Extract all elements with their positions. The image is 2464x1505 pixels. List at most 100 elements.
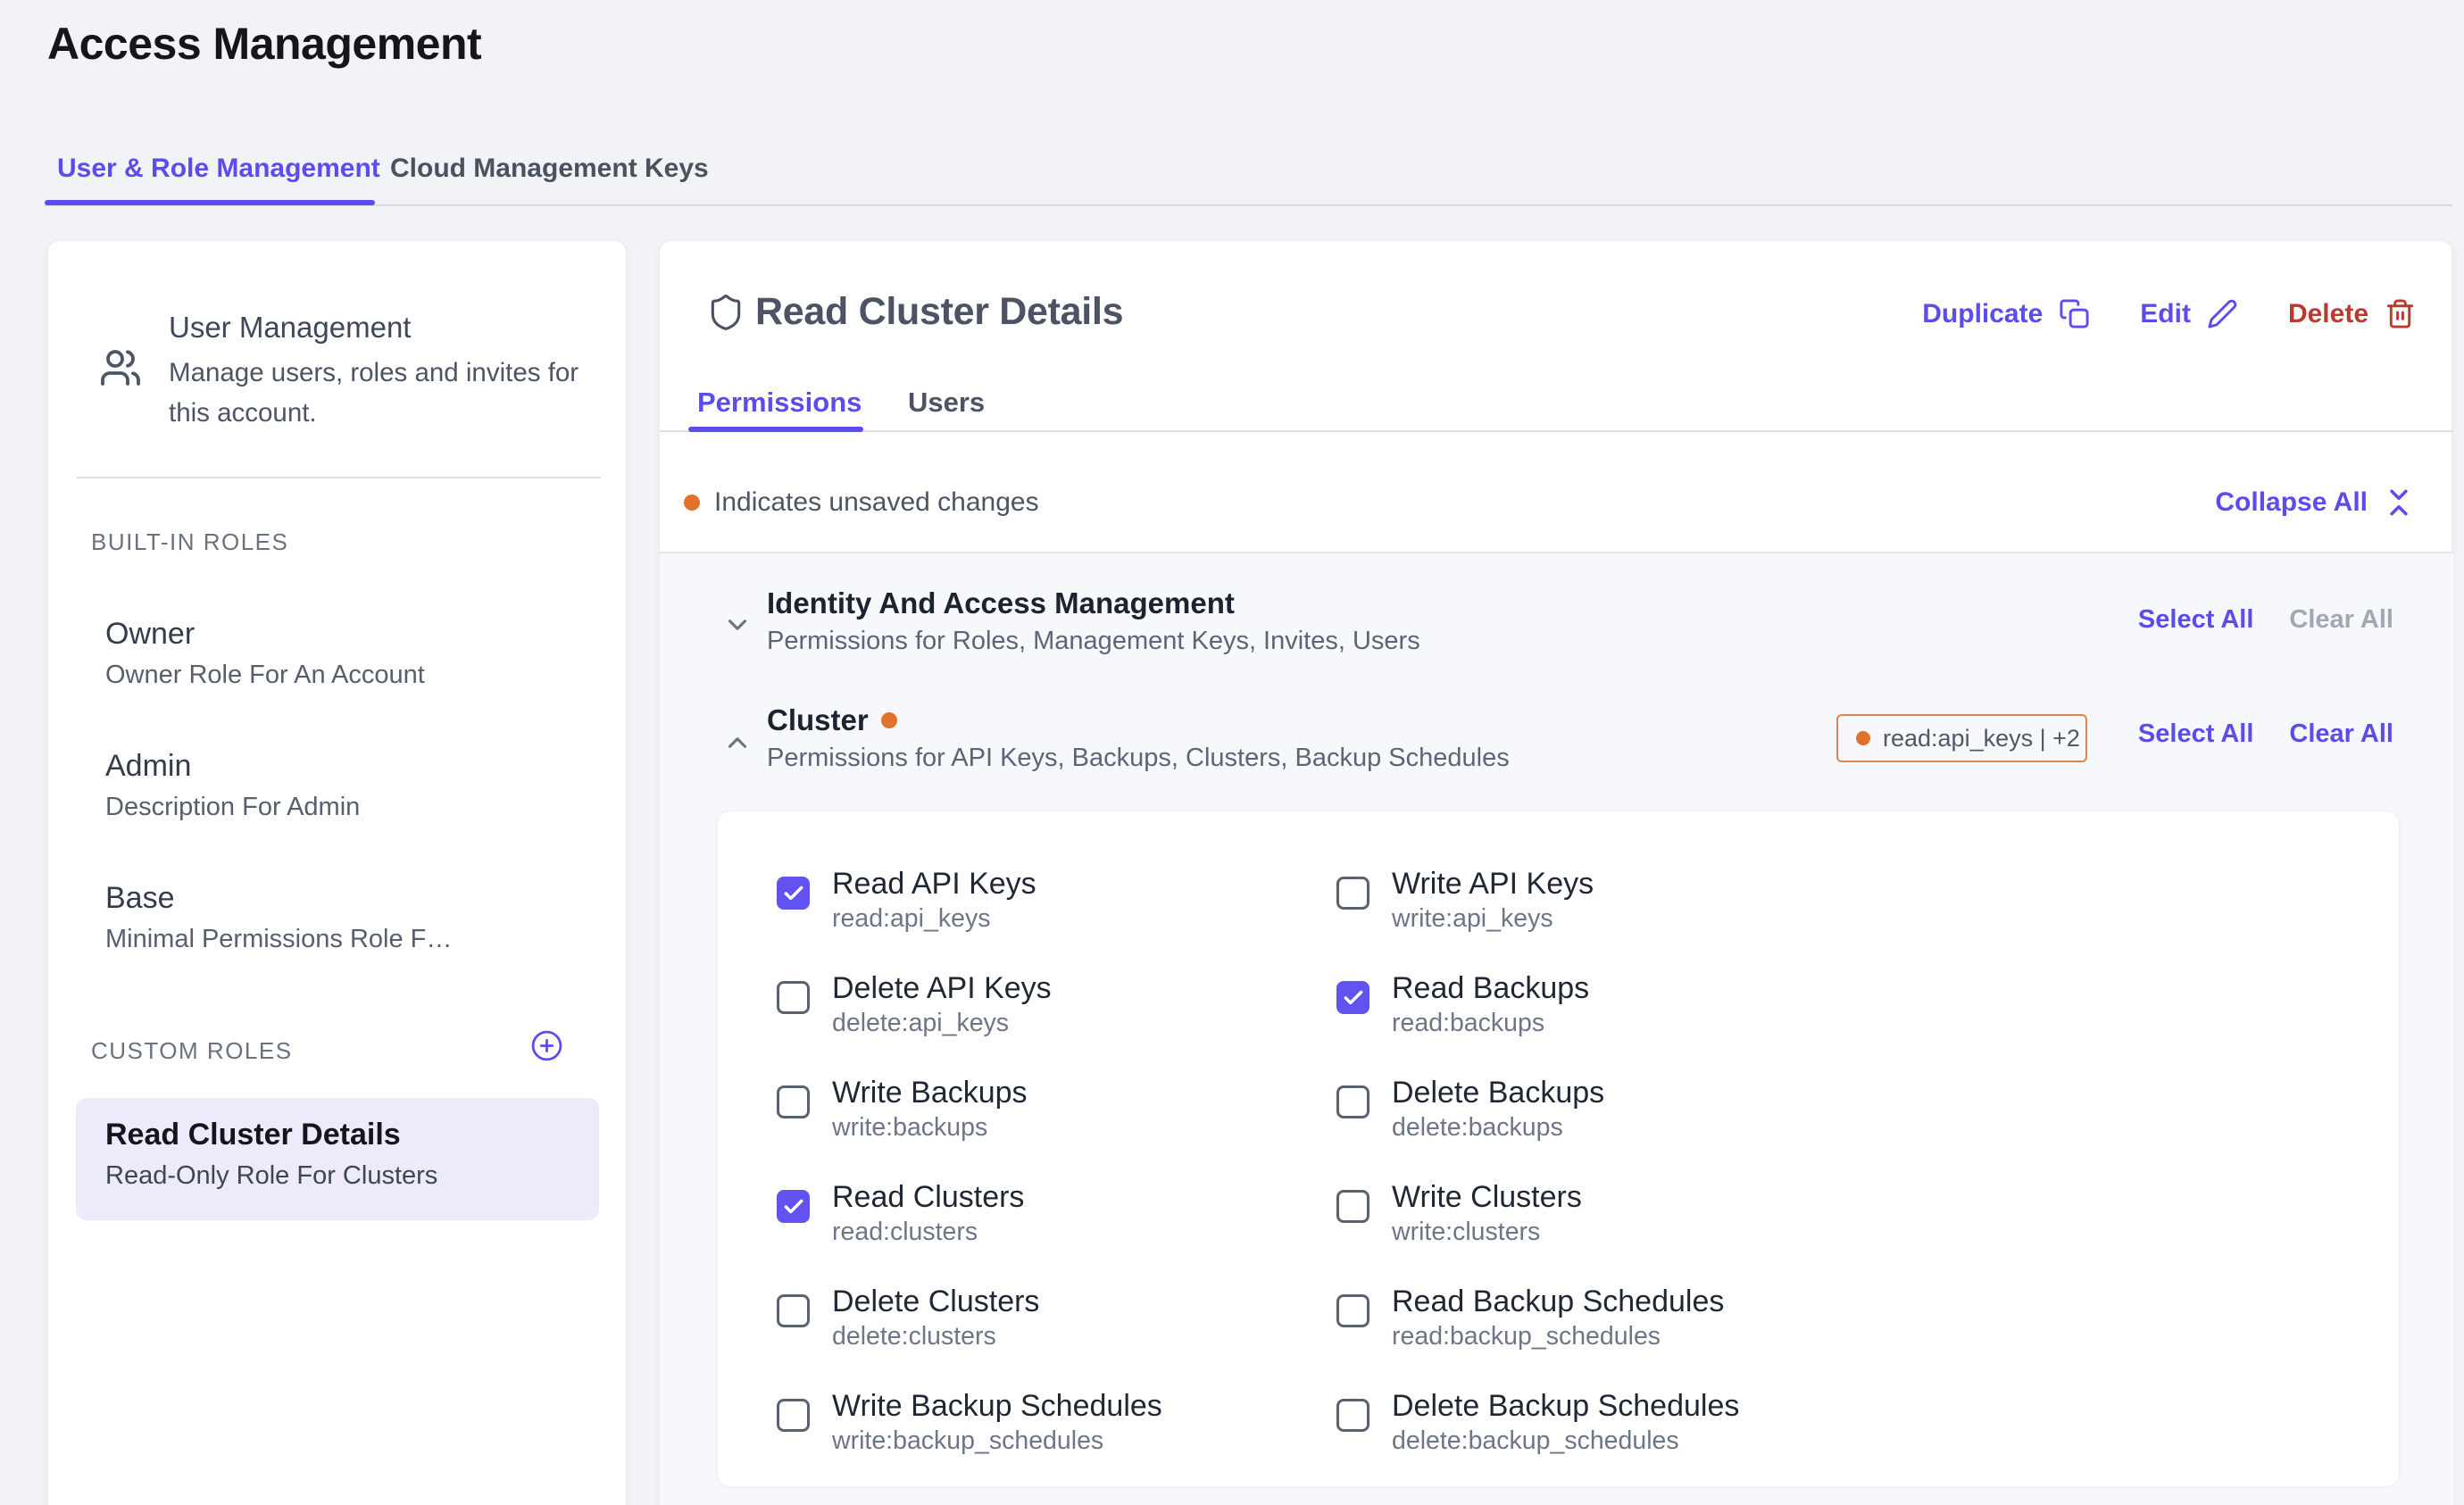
role-description: Owner Role For An Account xyxy=(105,660,425,690)
duplicate-label: Duplicate xyxy=(1922,299,2043,329)
add-custom-role-button[interactable] xyxy=(530,1029,563,1062)
edit-label: Edit xyxy=(2140,299,2191,329)
permission-code: write:backups xyxy=(832,1113,1028,1143)
sidebar-item-admin[interactable]: Admin Description For Admin xyxy=(105,748,360,822)
sidebar-item-base[interactable]: Base Minimal Permissions Role F… xyxy=(105,880,452,954)
unsaved-permissions-badge: read:api_keys | +2 xyxy=(1836,714,2087,762)
section-subtitle: Permissions for Roles, Management Keys, … xyxy=(767,626,1420,656)
duplicate-button[interactable]: Duplicate xyxy=(1922,298,2090,329)
permission-write-api-keys[interactable]: Write API Keyswrite:api_keys xyxy=(1336,853,2348,958)
section-iam-links: Select All Clear All xyxy=(2138,605,2393,635)
checkbox-checked[interactable] xyxy=(777,877,810,910)
custom-roles-label: CUSTOM ROLES xyxy=(91,1037,293,1065)
role-detail-panel: Read Cluster Details Duplicate Edit xyxy=(659,240,2452,1505)
permission-label: Delete API Keys xyxy=(832,970,1052,1006)
permission-write-backup-schedules[interactable]: Write Backup Scheduleswrite:backup_sched… xyxy=(777,1376,1336,1480)
chevron-down-icon[interactable] xyxy=(722,610,753,640)
trash-icon xyxy=(2385,298,2416,329)
sidebar-item-owner[interactable]: Owner Owner Role For An Account xyxy=(105,616,425,690)
checkbox-unchecked[interactable] xyxy=(1336,1190,1369,1223)
role-description: Minimal Permissions Role F… xyxy=(105,924,452,954)
tab-users[interactable]: Users xyxy=(908,387,985,419)
permission-label: Write Backup Schedules xyxy=(832,1388,1162,1424)
role-description: Read-Only Role For Clusters xyxy=(105,1161,437,1191)
permission-code: read:backups xyxy=(1392,1009,1589,1038)
permission-read-api-keys[interactable]: Read API Keysread:api_keys xyxy=(777,853,1336,958)
checkbox-unchecked[interactable] xyxy=(1336,1294,1369,1327)
permissions-grid: Read API Keysread:api_keys Write API Key… xyxy=(777,853,2348,1480)
permission-code: delete:backups xyxy=(1392,1113,1604,1143)
permission-code: delete:clusters xyxy=(832,1322,1039,1351)
checkbox-unchecked[interactable] xyxy=(1336,1085,1369,1118)
checkbox-unchecked[interactable] xyxy=(1336,877,1369,910)
delete-button[interactable]: Delete xyxy=(2288,298,2416,329)
role-name: Base xyxy=(105,880,452,916)
edit-button[interactable]: Edit xyxy=(2140,298,2238,329)
collapse-all-button[interactable]: Collapse All xyxy=(2215,486,2416,520)
tab-cloud-management-keys[interactable]: Cloud Management Keys xyxy=(390,152,709,186)
tab-permissions[interactable]: Permissions xyxy=(697,387,862,419)
unsaved-dot-icon xyxy=(881,712,897,728)
permission-code: read:clusters xyxy=(832,1218,1024,1247)
section-iam-header[interactable]: Identity And Access Management Permissio… xyxy=(767,586,1420,656)
section-subtitle: Permissions for API Keys, Backups, Clust… xyxy=(767,743,1510,773)
copy-icon xyxy=(2059,298,2090,329)
permission-write-backups[interactable]: Write Backupswrite:backups xyxy=(777,1062,1336,1167)
checkbox-checked[interactable] xyxy=(777,1190,810,1223)
permission-read-backups[interactable]: Read Backupsread:backups xyxy=(1336,958,2348,1062)
unsaved-badge-text: read:api_keys | +2 xyxy=(1883,725,2080,752)
permission-delete-backup-schedules[interactable]: Delete Backup Schedulesdelete:backup_sch… xyxy=(1336,1376,2348,1480)
permission-read-clusters[interactable]: Read Clustersread:clusters xyxy=(777,1167,1336,1271)
section-title: Identity And Access Management xyxy=(767,586,1235,621)
page-title: Access Management xyxy=(47,18,481,70)
permission-code: write:clusters xyxy=(1392,1218,1582,1247)
checkbox-unchecked[interactable] xyxy=(777,1085,810,1118)
permission-delete-clusters[interactable]: Delete Clustersdelete:clusters xyxy=(777,1271,1336,1376)
delete-label: Delete xyxy=(2288,299,2368,329)
permission-delete-backups[interactable]: Delete Backupsdelete:backups xyxy=(1336,1062,2348,1167)
unsaved-dot-icon xyxy=(1856,731,1870,745)
checkbox-unchecked[interactable] xyxy=(777,1294,810,1327)
permission-label: Write Clusters xyxy=(1392,1179,1582,1215)
pencil-icon xyxy=(2207,298,2238,329)
section-cluster-header[interactable]: Cluster Permissions for API Keys, Backup… xyxy=(767,703,1510,773)
checkbox-unchecked[interactable] xyxy=(1336,1399,1369,1432)
section-title: Cluster xyxy=(767,703,869,738)
role-name: Owner xyxy=(105,616,425,652)
cluster-permissions-card: Read API Keysread:api_keys Write API Key… xyxy=(717,811,2400,1487)
sidebar-item-read-cluster-details[interactable]: Read Cluster Details Read-Only Role For … xyxy=(76,1098,599,1220)
clear-all-link[interactable]: Clear All xyxy=(2289,719,2393,749)
chevron-up-icon[interactable] xyxy=(722,728,753,758)
select-all-link[interactable]: Select All xyxy=(2138,719,2253,749)
permission-code: read:api_keys xyxy=(832,904,1036,934)
chevrons-collapse-icon xyxy=(2382,486,2416,520)
permission-label: Delete Backups xyxy=(1392,1075,1604,1110)
role-name: Admin xyxy=(105,748,360,784)
active-detail-tab-indicator xyxy=(688,427,863,432)
role-description: Description For Admin xyxy=(105,792,360,822)
permission-write-clusters[interactable]: Write Clusters write:clusters xyxy=(1336,1167,2348,1271)
clear-all-link: Clear All xyxy=(2289,605,2393,635)
built-in-roles-label: BUILT-IN ROLES xyxy=(91,528,288,556)
shield-icon xyxy=(706,293,745,332)
unsaved-changes-note: Indicates unsaved changes xyxy=(684,487,1039,518)
checkbox-checked[interactable] xyxy=(1336,981,1369,1014)
permission-label: Write Backups xyxy=(832,1075,1028,1110)
tab-user-role-management[interactable]: User & Role Management xyxy=(57,152,380,186)
user-management-title: User Management xyxy=(169,311,411,345)
role-name: Read Cluster Details xyxy=(105,1118,401,1152)
select-all-link[interactable]: Select All xyxy=(2138,605,2253,635)
roles-sidebar: User Management Manage users, roles and … xyxy=(47,240,627,1505)
permission-read-backup-schedules[interactable]: Read Backup Schedulesread:backup_schedul… xyxy=(1336,1271,2348,1376)
active-tab-indicator xyxy=(45,200,375,205)
permission-delete-api-keys[interactable]: Delete API Keys delete:api_keys xyxy=(777,958,1336,1062)
unsaved-dot-icon xyxy=(684,495,700,511)
collapse-all-label: Collapse All xyxy=(2215,487,2368,518)
permission-code: delete:backup_schedules xyxy=(1392,1426,1739,1456)
permission-code: read:backup_schedules xyxy=(1392,1322,1724,1351)
permission-code: delete:api_keys xyxy=(832,1009,1052,1038)
checkbox-unchecked[interactable] xyxy=(777,981,810,1014)
access-management-screen: Access Management User & Role Management… xyxy=(0,0,2464,1505)
permission-label: Write API Keys xyxy=(1392,866,1594,902)
checkbox-unchecked[interactable] xyxy=(777,1399,810,1432)
